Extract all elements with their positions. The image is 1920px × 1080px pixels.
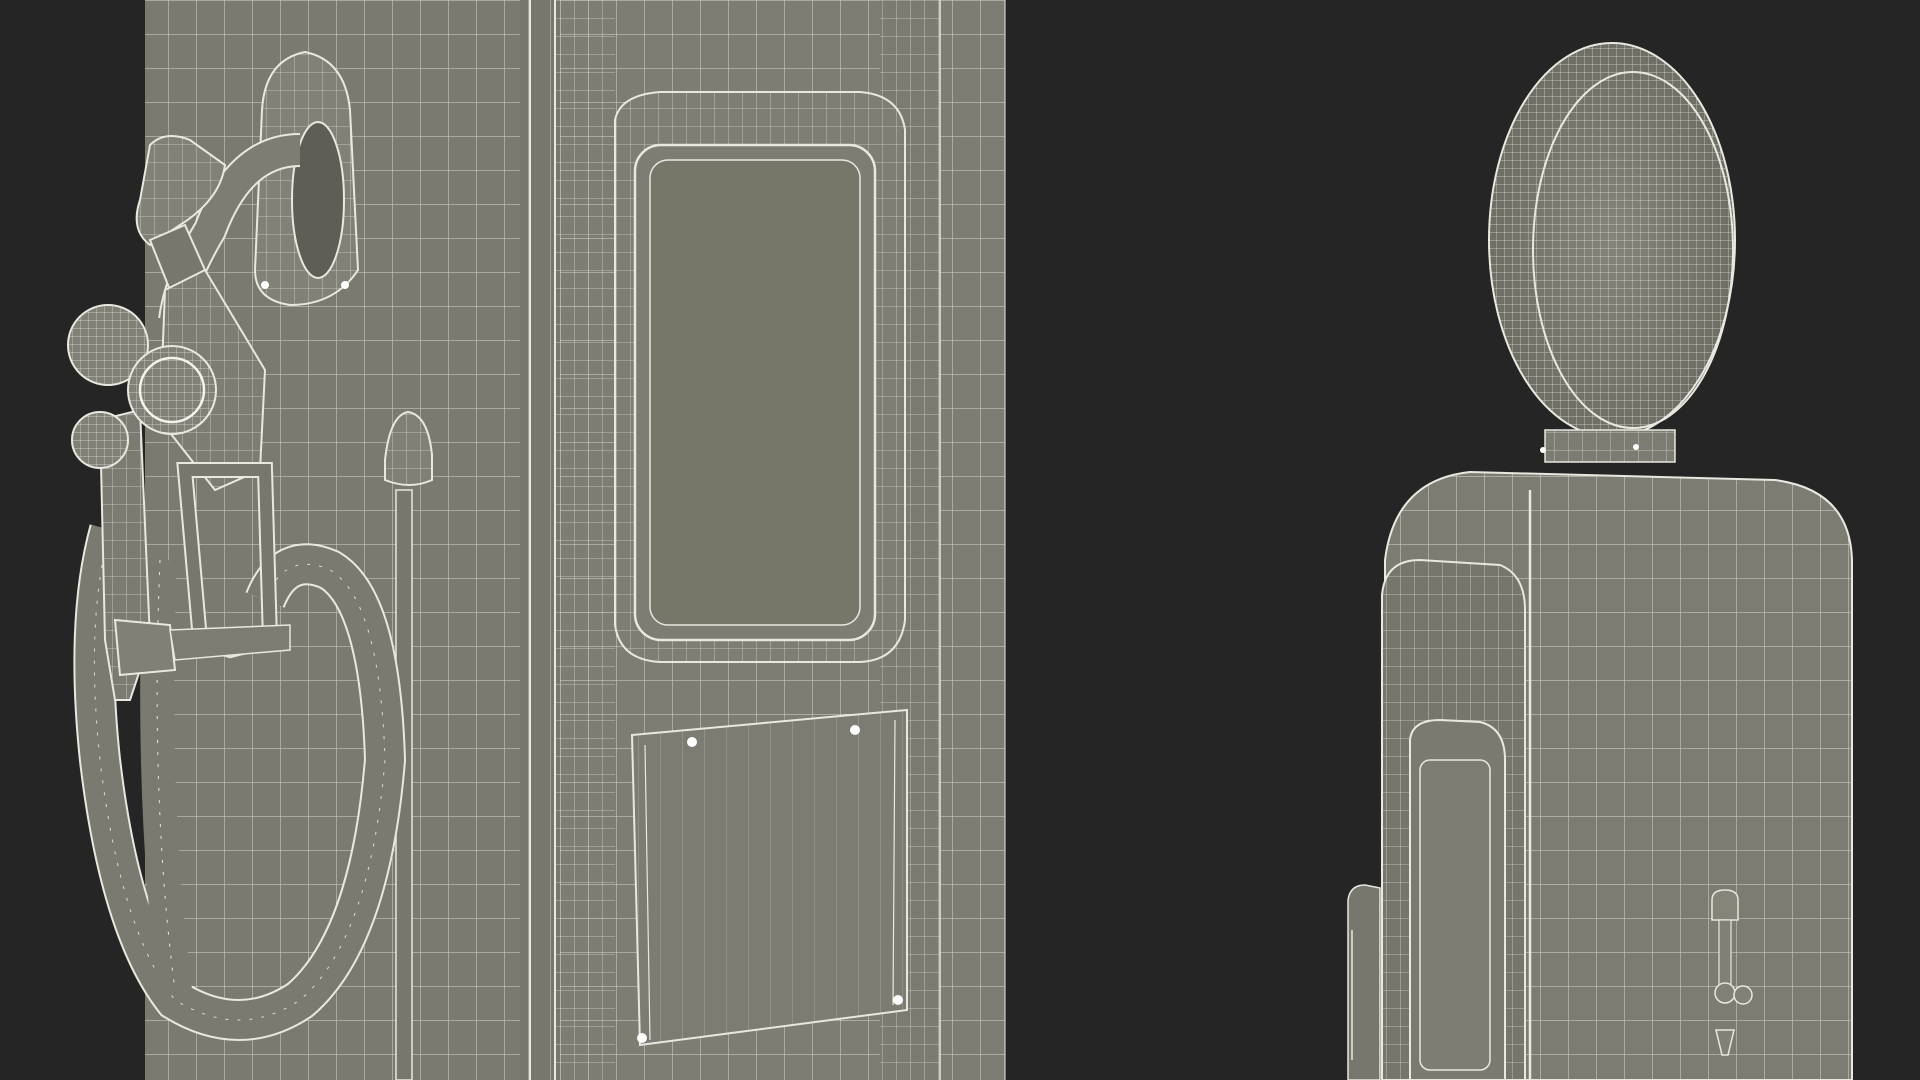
- wireframe-render: [67, 0, 1853, 1080]
- full-view: [1347, 42, 1853, 1080]
- lower-panel: [630, 708, 908, 1047]
- pump-cabinet: [1347, 470, 1853, 1080]
- pump-globe: [1488, 42, 1736, 463]
- closeup-view: [67, 0, 1006, 1080]
- hose-holder-slot: [253, 50, 360, 307]
- display-window: [614, 91, 906, 663]
